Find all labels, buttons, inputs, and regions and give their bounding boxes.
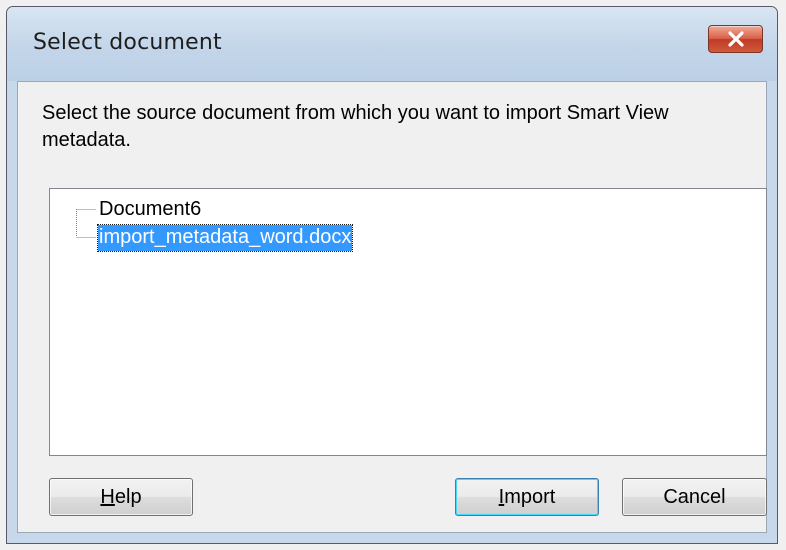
- close-button[interactable]: [708, 25, 763, 53]
- import-label-rest: mport: [504, 485, 556, 508]
- select-document-dialog: Select document Select the source docume…: [6, 6, 778, 544]
- close-icon: [726, 31, 746, 47]
- cancel-label: Cancel: [663, 485, 726, 508]
- document-tree[interactable]: Document6 import_metadata_word.docx: [49, 188, 767, 456]
- tree-item-document6[interactable]: Document6: [98, 197, 202, 223]
- help-label-rest: elp: [114, 485, 142, 508]
- help-mnemonic: H: [100, 485, 115, 508]
- window-title: Select document: [33, 30, 222, 55]
- tree-item-import-metadata-word[interactable]: import_metadata_word.docx: [96, 224, 354, 252]
- help-button[interactable]: Help: [49, 478, 193, 516]
- import-button[interactable]: Import: [455, 478, 599, 516]
- cancel-button[interactable]: Cancel: [622, 478, 767, 516]
- instruction-text: Select the source document from which yo…: [42, 102, 669, 151]
- dialog-body: Select the source document from which yo…: [17, 81, 767, 533]
- title-bar[interactable]: Select document: [7, 7, 777, 81]
